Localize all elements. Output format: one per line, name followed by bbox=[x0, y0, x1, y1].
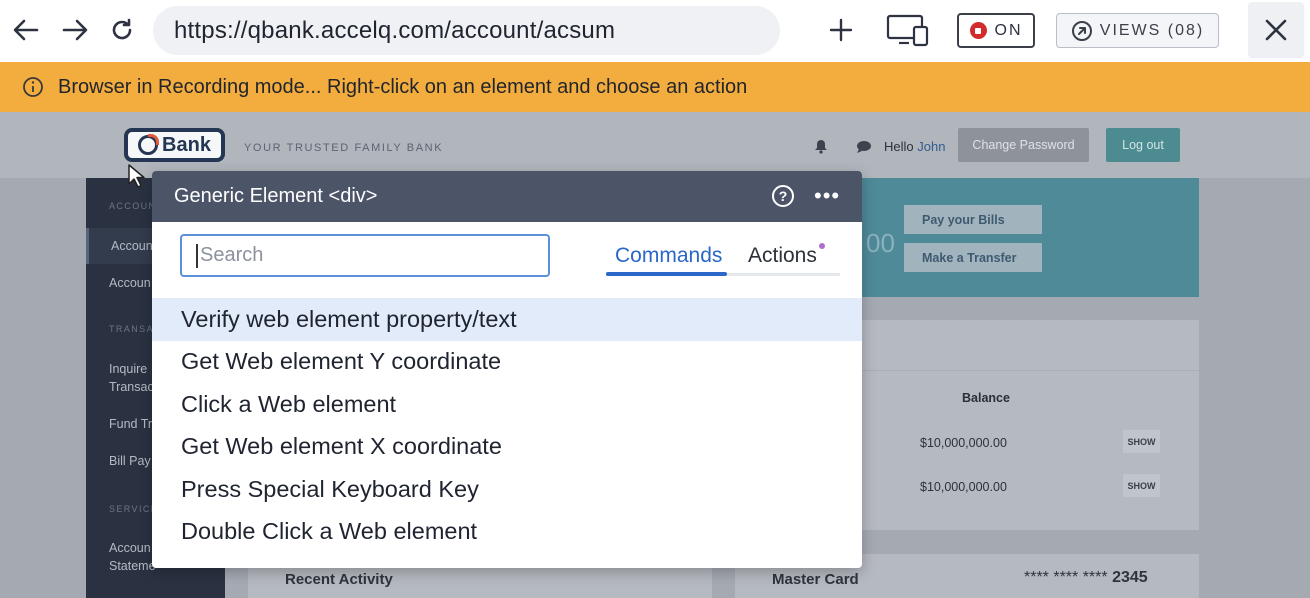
greeting-label: Hello bbox=[884, 139, 914, 154]
views-label: VIEWS (08) bbox=[1099, 21, 1205, 39]
sidebar-section-transactions: TRANSA bbox=[109, 324, 154, 334]
sidebar-item-statements[interactable]: Stateme bbox=[109, 557, 156, 575]
record-label: ON bbox=[994, 21, 1023, 39]
tab-commands[interactable]: Commands bbox=[615, 244, 722, 268]
device-view-button[interactable] bbox=[885, 12, 931, 48]
new-tab-button[interactable] bbox=[824, 13, 858, 47]
sidebar-item-inquire[interactable]: Inquire bbox=[109, 360, 147, 378]
balance-value-2: $10,000,000.00 bbox=[920, 480, 1007, 494]
element-action-popup: Generic Element <div> ? ••• Search Comma… bbox=[152, 171, 862, 568]
command-list: Verify web element property/text Get Web… bbox=[152, 298, 862, 553]
card-number: **** **** **** 2345 bbox=[1024, 569, 1148, 587]
mouse-pointer-icon bbox=[128, 164, 145, 188]
sidebar-item-accounts[interactable]: Accoun bbox=[109, 274, 151, 292]
recording-banner: Browser in Recording mode... Right-click… bbox=[0, 62, 1310, 112]
command-item[interactable]: Click a Web element bbox=[152, 383, 862, 426]
make-transfer-button[interactable]: Make a Transfer bbox=[904, 243, 1042, 272]
record-icon bbox=[969, 22, 987, 39]
change-password-button[interactable]: Change Password bbox=[958, 128, 1089, 162]
command-item[interactable]: Get Web element X coordinate bbox=[152, 426, 862, 469]
sidebar-item-transactions[interactable]: Transac bbox=[109, 378, 154, 396]
close-button[interactable] bbox=[1248, 2, 1304, 58]
chat-icon[interactable] bbox=[856, 140, 872, 153]
sidebar-section-services: SERVICE bbox=[109, 504, 159, 514]
more-options-icon[interactable]: ••• bbox=[814, 185, 840, 207]
sidebar-item-accounts-summary[interactable]: Accoun bbox=[111, 237, 153, 255]
pay-bills-button[interactable]: Pay your Bills bbox=[904, 205, 1042, 234]
account-summary-banner: 00 Pay your Bills Make a Transfer bbox=[862, 178, 1199, 297]
command-item[interactable]: Get Web element Y coordinate bbox=[152, 341, 862, 384]
notification-dot bbox=[819, 243, 825, 249]
back-button[interactable] bbox=[8, 12, 44, 48]
forward-button[interactable] bbox=[57, 12, 93, 48]
tab-actions[interactable]: Actions bbox=[748, 244, 817, 268]
sidebar-section-accounts: ACCOUN bbox=[109, 201, 157, 211]
command-item[interactable]: Double Click a Web element bbox=[152, 511, 862, 554]
address-bar[interactable]: https://qbank.accelq.com/account/acsum bbox=[153, 6, 780, 55]
logo-text: Bank bbox=[162, 133, 211, 156]
text-caret bbox=[196, 243, 198, 268]
arrow-left-icon bbox=[13, 19, 39, 41]
plus-icon bbox=[829, 18, 853, 42]
logo-mark-icon bbox=[138, 134, 160, 155]
banner-text: Browser in Recording mode... Right-click… bbox=[58, 75, 748, 98]
info-icon bbox=[23, 77, 43, 97]
open-external-icon bbox=[1071, 20, 1092, 41]
reload-icon bbox=[112, 18, 132, 40]
logout-button[interactable]: Log out bbox=[1106, 128, 1180, 162]
bell-icon[interactable] bbox=[814, 139, 828, 154]
master-card-title: Master Card bbox=[772, 571, 859, 588]
card-mask: **** **** **** bbox=[1024, 569, 1108, 586]
help-icon[interactable]: ? bbox=[772, 185, 794, 207]
greeting: Hello John bbox=[884, 139, 945, 154]
reload-button[interactable] bbox=[104, 12, 140, 48]
popup-title: Generic Element <div> bbox=[174, 185, 378, 207]
balance-header: Balance bbox=[962, 391, 1010, 405]
user-name[interactable]: John bbox=[917, 139, 945, 154]
divider bbox=[862, 370, 1199, 371]
record-toggle-button[interactable]: ON bbox=[957, 13, 1035, 48]
accounts-card bbox=[862, 320, 1199, 530]
sidebar-item-bill-pay[interactable]: Bill Pay bbox=[109, 452, 151, 470]
recent-activity-title: Recent Activity bbox=[285, 571, 393, 588]
browser-toolbar: https://qbank.accelq.com/account/acsum O… bbox=[0, 0, 1310, 62]
show-button-2[interactable]: SHOW bbox=[1123, 474, 1160, 497]
bank-logo[interactable]: Bank bbox=[124, 128, 225, 162]
command-item[interactable]: Verify web element property/text bbox=[152, 298, 862, 341]
active-tab-indicator bbox=[606, 272, 727, 276]
devices-icon bbox=[886, 14, 929, 47]
sidebar-item-account[interactable]: Accoun bbox=[109, 539, 151, 557]
popup-header: Generic Element <div> ? ••• bbox=[152, 171, 862, 222]
command-item[interactable]: Press Special Keyboard Key bbox=[152, 468, 862, 511]
close-icon bbox=[1265, 19, 1287, 41]
partial-amount: 00 bbox=[866, 228, 895, 258]
show-button-1[interactable]: SHOW bbox=[1123, 430, 1160, 453]
balance-value-1: $10,000,000.00 bbox=[920, 436, 1007, 450]
arrow-right-icon bbox=[62, 19, 88, 41]
sidebar-item-fund-transfer[interactable]: Fund Tr bbox=[109, 415, 152, 433]
search-input[interactable]: Search bbox=[180, 234, 550, 277]
tagline: YOUR TRUSTED FAMILY BANK bbox=[244, 142, 444, 154]
views-button[interactable]: VIEWS (08) bbox=[1056, 13, 1219, 48]
card-last4: 2345 bbox=[1112, 569, 1148, 586]
search-placeholder: Search bbox=[200, 244, 264, 266]
